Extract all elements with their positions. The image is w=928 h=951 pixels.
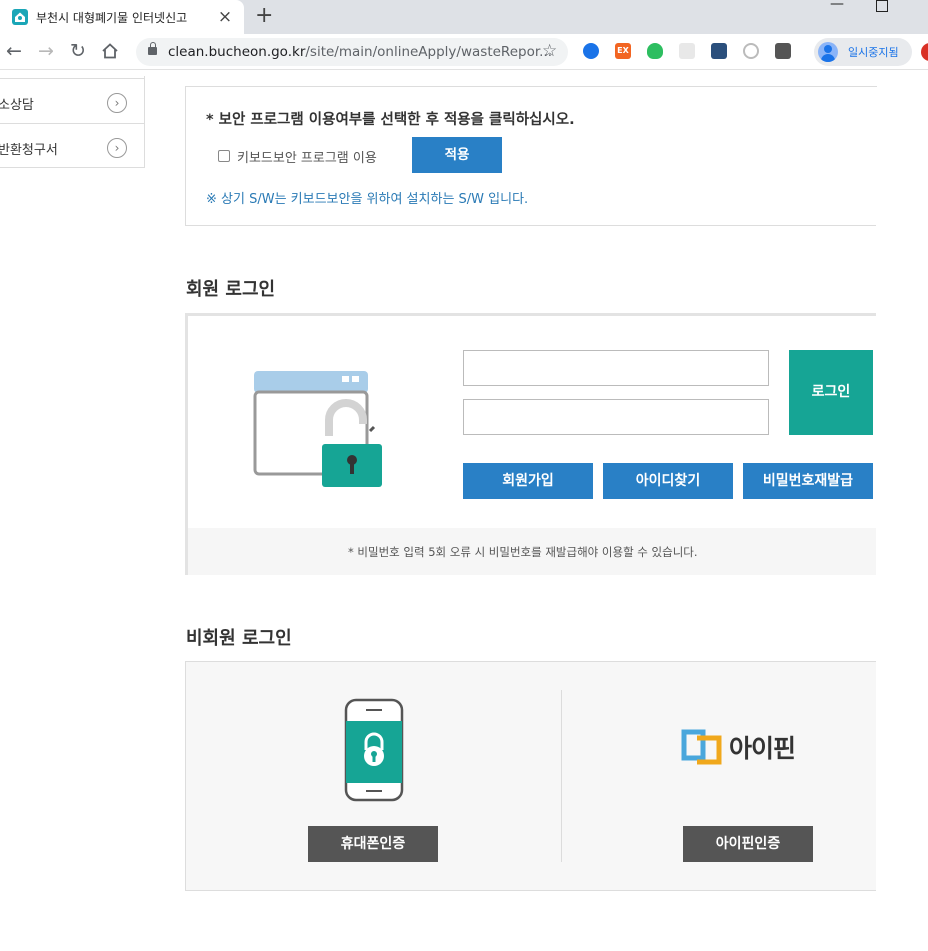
password-notice: * 비밀번호 입력 5회 오류 시 비밀번호를 재발급해야 이용할 수 있습니다… [348, 545, 698, 559]
sidebar-item-refund-claim[interactable]: 반환청구서 › [0, 123, 145, 169]
browser-toolbar: ← → ↻ clean.bucheon.go.kr/site/main/onli… [0, 34, 928, 70]
chevron-right-icon[interactable]: › [107, 138, 127, 158]
security-instruction: * 보안 프로그램 이용여부를 선택한 후 적용을 클릭하십시오. [206, 112, 575, 128]
apply-button[interactable]: 적용 [412, 137, 502, 173]
address-bar[interactable]: clean.bucheon.go.kr/site/main/onlineAppl… [136, 38, 568, 66]
bookmark-star-icon[interactable]: ☆ [542, 41, 557, 61]
url-text: clean.bucheon.go.kr/site/main/onlineAppl… [168, 44, 553, 60]
keyboard-security-label[interactable]: 키보드보안 프로그램 이용 [237, 147, 377, 166]
grid-extension-icon[interactable] [679, 43, 695, 59]
browser-tab-bar: 부천시 대형폐기물 인터넷신고 × + — [0, 0, 928, 34]
sign-up-button[interactable]: 회원가입 [463, 463, 593, 499]
sidebar-item-label: 소상담 [0, 98, 34, 113]
browser-tab[interactable]: 부천시 대형폐기물 인터넷신고 × [0, 0, 244, 34]
password-input[interactable] [463, 399, 769, 435]
download-extension-icon[interactable] [583, 43, 599, 59]
chevron-right-icon[interactable]: › [107, 93, 127, 113]
tab-close-icon[interactable]: × [216, 8, 234, 26]
profile-button[interactable]: 일시중지됨 [814, 38, 912, 66]
security-note: ※ 상기 S/W는 키보드보안을 위하여 설치하는 S/W 입니다. [206, 192, 529, 207]
profile-status: 일시중지됨 [848, 46, 899, 59]
forward-icon[interactable]: → [38, 40, 54, 62]
login-button[interactable]: 로그인 [789, 350, 873, 435]
ipin-logo: 아이핀 [681, 728, 796, 766]
update-alert-icon[interactable] [921, 43, 928, 61]
phone-auth-button[interactable]: 휴대폰인증 [308, 826, 438, 862]
lock-icon[interactable] [148, 42, 157, 55]
reload-icon[interactable]: ↻ [70, 40, 86, 62]
picture-extension-icon[interactable] [711, 43, 727, 59]
new-tab-icon[interactable]: + [255, 4, 273, 28]
site-favicon-icon [12, 9, 28, 25]
guest-login-heading: 비회원 로그인 [186, 628, 292, 649]
guest-login-panel: 아이핀 휴대폰인증 아이핀인증 [185, 661, 876, 891]
tab-title: 부천시 대형폐기물 인터넷신고 [36, 10, 188, 25]
user-id-input[interactable] [463, 350, 769, 386]
login-security-illustration [253, 371, 382, 487]
sidebar-item-consult[interactable]: 소상담 › [0, 78, 145, 124]
sidebar-menu: 소상담 › 반환청구서 › [0, 76, 145, 168]
keyboard-security-checkbox[interactable] [218, 150, 230, 162]
login-notice-bar: * 비밀번호 입력 5회 오류 시 비밀번호를 재발급해야 이용할 수 있습니다… [188, 528, 876, 575]
ipin-logo-icon [681, 729, 722, 765]
back-icon[interactable]: ← [6, 40, 22, 62]
find-id-button[interactable]: 아이디찾기 [603, 463, 733, 499]
evernote-extension-icon[interactable] [647, 43, 663, 59]
ipin-logo-text: 아이핀 [729, 734, 796, 763]
window-maximize-icon[interactable] [876, 0, 888, 12]
avatar-icon [818, 42, 838, 62]
section-divider [561, 690, 562, 862]
security-program-panel: * 보안 프로그램 이용여부를 선택한 후 적용을 클릭하십시오. 키보드보안 … [185, 86, 877, 226]
info-extension-icon[interactable] [775, 43, 791, 59]
sidebar-item-label: 반환청구서 [0, 143, 58, 158]
reset-password-button[interactable]: 비밀번호재발급 [743, 463, 873, 499]
ipin-auth-button[interactable]: 아이핀인증 [683, 826, 813, 862]
panel-border [186, 86, 877, 87]
home-icon[interactable] [101, 40, 119, 65]
ex-extension-icon[interactable]: EX [615, 43, 631, 59]
timer-extension-icon[interactable] [743, 43, 759, 59]
window-minimize-icon[interactable]: — [830, 0, 844, 12]
mobile-phone-icon [344, 698, 404, 802]
member-login-heading: 회원 로그인 [186, 279, 276, 300]
member-login-panel: 로그인 회원가입 아이디찾기 비밀번호재발급 * 비밀번호 입력 5회 오류 시… [185, 313, 876, 575]
